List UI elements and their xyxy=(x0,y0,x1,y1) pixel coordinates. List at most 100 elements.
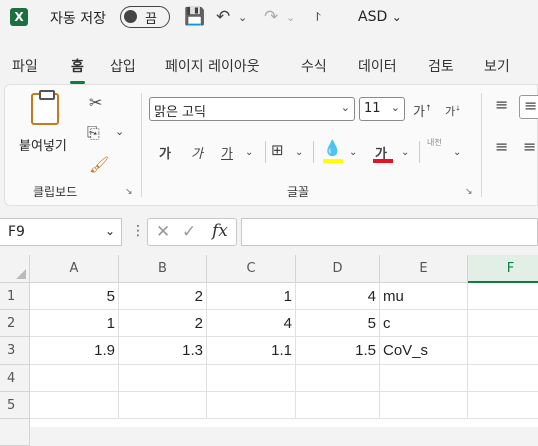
align-left-icon[interactable]: ≡ xyxy=(495,137,508,156)
column-header-c[interactable]: C xyxy=(207,255,296,283)
cell-c5[interactable] xyxy=(207,392,296,419)
cell-a3[interactable]: 1.9 xyxy=(30,337,119,365)
row-header-4[interactable]: 4 xyxy=(0,365,30,392)
document-name-label: ASD xyxy=(358,9,388,25)
name-box[interactable]: F9 ⌄ xyxy=(0,218,122,246)
insert-function-button[interactable]: fx xyxy=(212,221,228,241)
row-header-5[interactable]: 5 xyxy=(0,392,30,419)
bold-button[interactable]: 가 xyxy=(159,143,171,162)
chevron-down-icon: ⌄ xyxy=(104,224,115,238)
cell-d4[interactable] xyxy=(296,365,380,392)
column-header-d[interactable]: D xyxy=(296,255,380,283)
borders-dropdown-icon[interactable]: ⌄ xyxy=(295,147,303,158)
phonetic-dropdown-icon[interactable]: ⌄ xyxy=(453,147,461,158)
cell-b4[interactable] xyxy=(119,365,207,392)
row-header-2[interactable]: 2 xyxy=(0,310,30,337)
font-family-select[interactable]: 맑은 고딕 ⌄ xyxy=(149,97,355,121)
copy-dropdown-icon[interactable]: ⌄ xyxy=(115,125,124,138)
tab-data[interactable]: 데이터 xyxy=(358,56,397,76)
copy-icon[interactable]: ⎘ xyxy=(87,123,100,143)
row-header-1[interactable]: 1 xyxy=(0,283,30,310)
cell-e5[interactable] xyxy=(380,392,468,419)
cell-f5[interactable] xyxy=(468,392,538,419)
cell-c4[interactable] xyxy=(207,365,296,392)
clipboard-group-label: 클립보드 xyxy=(33,185,78,199)
cell-c2[interactable]: 4 xyxy=(207,310,296,337)
phonetic-guide-button[interactable]: 내천 xyxy=(427,137,442,148)
undo-icon[interactable]: ↶ xyxy=(216,7,230,27)
align-middle-button[interactable]: ≡ xyxy=(519,95,538,119)
document-name[interactable]: ASD ⌄ xyxy=(358,9,402,25)
font-size-value: 11 xyxy=(364,101,381,116)
align-top-icon[interactable]: ≡ xyxy=(495,95,508,114)
cell-e2[interactable]: c xyxy=(380,310,468,337)
cell-f3[interactable] xyxy=(468,337,538,365)
font-color-dropdown-icon[interactable]: ⌄ xyxy=(401,147,409,158)
cell-f1[interactable] xyxy=(468,283,538,310)
tab-file[interactable]: 파일 xyxy=(12,56,38,76)
cell-a4[interactable] xyxy=(30,365,119,392)
redo-icon[interactable]: ↷ xyxy=(264,7,278,27)
tab-formulas[interactable]: 수식 xyxy=(301,56,327,76)
cell-a5[interactable] xyxy=(30,392,119,419)
borders-icon[interactable]: ⊞ xyxy=(271,141,284,159)
column-header-f[interactable]: F xyxy=(468,255,538,283)
clipboard-dialog-launcher-icon[interactable]: ↘ xyxy=(125,187,133,197)
fill-color-dropdown-icon[interactable]: ⌄ xyxy=(349,147,357,158)
font-dialog-launcher-icon[interactable]: ↘ xyxy=(465,187,473,197)
row-header-6[interactable] xyxy=(0,419,30,446)
save-icon[interactable]: 💾 xyxy=(184,7,205,27)
redo-dropdown-icon[interactable]: ⌄ xyxy=(286,11,295,24)
tab-view[interactable]: 보기 xyxy=(484,56,510,76)
cell-d3[interactable]: 1.5 xyxy=(296,337,380,365)
cell-b2[interactable]: 2 xyxy=(119,310,207,337)
cell-e3[interactable]: CoV_s xyxy=(380,337,468,365)
cell-d1[interactable]: 4 xyxy=(296,283,380,310)
customize-toolbar-icon[interactable]: ⨡ xyxy=(316,10,321,25)
tab-home[interactable]: 홈 xyxy=(70,56,85,84)
more-options-icon[interactable]: ⋮ xyxy=(131,223,145,239)
underline-dropdown-icon[interactable]: ⌄ xyxy=(245,147,253,158)
select-all-button[interactable] xyxy=(0,255,30,283)
italic-button[interactable]: 가 xyxy=(191,143,203,162)
chevron-down-icon: ⌄ xyxy=(390,101,400,114)
cell-b1[interactable]: 2 xyxy=(119,283,207,310)
autosave-toggle[interactable]: 끔 xyxy=(120,6,170,28)
cell-d2[interactable]: 5 xyxy=(296,310,380,337)
paste-button[interactable]: 붙여넣기 xyxy=(19,135,67,154)
tab-insert[interactable]: 삽입 xyxy=(110,56,136,76)
toggle-knob-icon xyxy=(124,10,137,23)
underline-button[interactable]: 가 xyxy=(221,143,233,162)
column-header-a[interactable]: A xyxy=(30,255,119,283)
row-header-3[interactable]: 3 xyxy=(0,337,30,365)
cell-d5[interactable] xyxy=(296,392,380,419)
cell-e1[interactable]: mu xyxy=(380,283,468,310)
format-painter-icon[interactable]: 🖌 xyxy=(89,155,109,174)
grow-font-button[interactable]: 가↑ xyxy=(413,101,432,120)
font-size-select[interactable]: 11 ⌄ xyxy=(359,97,405,121)
cell-f2[interactable] xyxy=(468,310,538,337)
fill-color-icon[interactable]: 💧 xyxy=(323,139,342,157)
cell-b3[interactable]: 1.3 xyxy=(119,337,207,365)
cell-a1[interactable]: 5 xyxy=(30,283,119,310)
tab-page-layout[interactable]: 페이지 레이아웃 xyxy=(165,56,260,76)
cut-icon[interactable]: ✂ xyxy=(89,93,102,112)
cell-a2[interactable]: 1 xyxy=(30,310,119,337)
cell-b5[interactable] xyxy=(119,392,207,419)
column-header-e[interactable]: E xyxy=(380,255,468,283)
align-center-icon[interactable]: ≡ xyxy=(523,137,536,156)
undo-dropdown-icon[interactable]: ⌄ xyxy=(238,11,247,24)
fill-color-swatch xyxy=(323,159,343,163)
cell-e4[interactable] xyxy=(380,365,468,392)
formula-input[interactable] xyxy=(241,218,538,246)
tab-review[interactable]: 검토 xyxy=(428,56,454,76)
column-header-b[interactable]: B xyxy=(119,255,207,283)
cell-c1[interactable]: 1 xyxy=(207,283,296,310)
cell-f4[interactable] xyxy=(468,365,538,392)
divider xyxy=(265,141,266,163)
enter-icon[interactable]: ✓ xyxy=(182,222,196,242)
shrink-font-button[interactable]: 가↓ xyxy=(445,103,461,119)
paste-icon[interactable] xyxy=(31,90,59,125)
cancel-icon[interactable]: ✕ xyxy=(156,222,170,242)
cell-c3[interactable]: 1.1 xyxy=(207,337,296,365)
